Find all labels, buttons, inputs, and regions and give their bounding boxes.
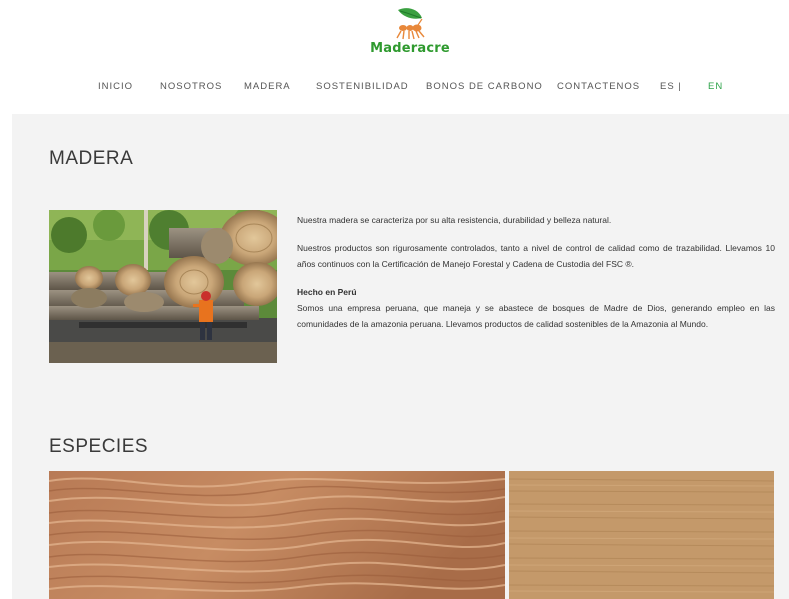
nav-item-lang-es[interactable]: ES | — [660, 81, 682, 92]
madera-description: Nuestra madera se caracteriza por su alt… — [297, 212, 775, 344]
site-header: Maderacre INICIO NOSOTROS MADERA SOSTENI… — [0, 0, 789, 114]
section-title-madera: MADERA — [49, 148, 134, 169]
brand-name: Maderacre — [370, 41, 450, 56]
logs-photo — [49, 210, 277, 363]
main-content: MADERA Nuestra madera se caracteriza por… — [12, 114, 789, 599]
brand-logo[interactable]: Maderacre — [370, 6, 450, 58]
nav-item-contactenos[interactable]: CONTACTENOS — [557, 81, 640, 92]
nav-item-lang-en[interactable]: EN — [708, 81, 723, 92]
paragraph-madera-2: Nuestros productos son rigurosamente con… — [297, 243, 775, 269]
main-nav: INICIO NOSOTROS MADERA SOSTENIBILIDAD BO… — [0, 81, 789, 95]
paragraph-hecho-en-peru: Somos una empresa peruana, que maneja y … — [297, 303, 775, 329]
nav-item-nosotros[interactable]: NOSOTROS — [160, 81, 222, 92]
nav-item-bonos-de-carbono[interactable]: BONOS DE CARBONO — [426, 81, 543, 92]
nav-item-madera[interactable]: MADERA — [244, 81, 291, 92]
leaf-ant-logo-icon — [396, 8, 425, 40]
species-tile-1[interactable] — [49, 471, 505, 599]
paragraph-madera-1: Nuestra madera se caracteriza por su alt… — [297, 215, 612, 225]
nav-item-inicio[interactable]: INICIO — [98, 81, 133, 92]
section-title-especies: ESPECIES — [49, 436, 149, 457]
nav-item-sostenibilidad[interactable]: SOSTENIBILIDAD — [316, 81, 409, 92]
species-tile-2[interactable] — [509, 471, 774, 599]
subheading-hecho-en-peru: Hecho en Perú — [297, 287, 357, 297]
